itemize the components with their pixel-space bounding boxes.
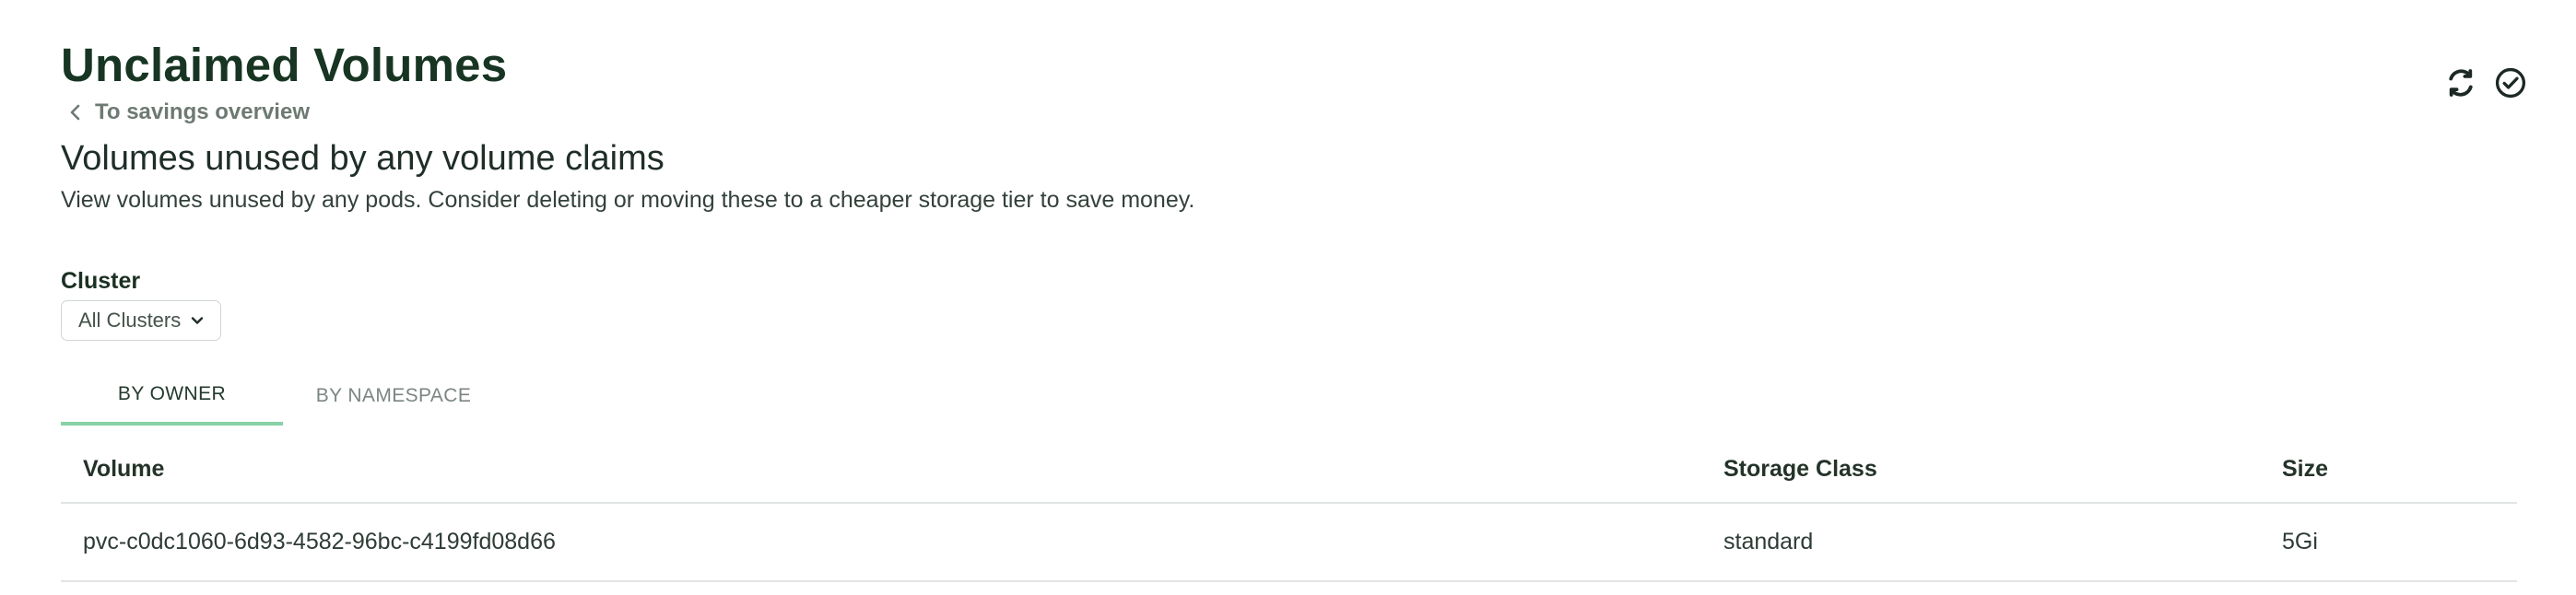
size-cell: 5Gi (2282, 529, 2318, 554)
page-title: Unclaimed Volumes (61, 39, 508, 91)
view-tabs: BY OWNER BY NAMESPACE (61, 367, 504, 426)
table-header: Volume Storage Class Size (61, 437, 2517, 504)
size-column-header[interactable]: Size (2282, 437, 2328, 502)
volume-name-cell: pvc-c0dc1060-6d93-4582-96bc-c4199fd08d66 (83, 529, 556, 554)
storage-class-column-header[interactable]: Storage Class (1723, 437, 1877, 502)
cluster-filter-label: Cluster (61, 268, 141, 294)
page-description: View volumes unused by any pods. Conside… (61, 187, 1195, 213)
check-circle-icon (2495, 67, 2526, 99)
back-to-savings-link[interactable]: To savings overview (66, 99, 310, 125)
storage-class-cell: standard (1723, 529, 1814, 554)
refresh-icon (2449, 69, 2473, 97)
page: Unclaimed Volumes To savings overview Vo… (0, 0, 2576, 595)
page-subtitle: Volumes unused by any volume claims (61, 139, 665, 178)
mark-reviewed-button[interactable] (2492, 64, 2529, 101)
back-link-label: To savings overview (95, 99, 310, 124)
volume-column-header[interactable]: Volume (83, 437, 164, 502)
volumes-table: Volume Storage Class Size pvc-c0dc1060-6… (61, 437, 2517, 582)
tab-by-owner[interactable]: BY OWNER (61, 367, 283, 426)
table-row[interactable]: pvc-c0dc1060-6d93-4582-96bc-c4199fd08d66… (61, 504, 2517, 582)
cluster-select[interactable]: All Clusters (61, 300, 221, 341)
chevron-down-icon (192, 317, 204, 324)
refresh-button[interactable] (2442, 64, 2479, 101)
header-actions (2442, 64, 2529, 101)
tab-by-namespace[interactable]: BY NAMESPACE (283, 367, 504, 426)
chevron-left-icon (70, 104, 80, 121)
cluster-select-value: All Clusters (78, 309, 182, 332)
